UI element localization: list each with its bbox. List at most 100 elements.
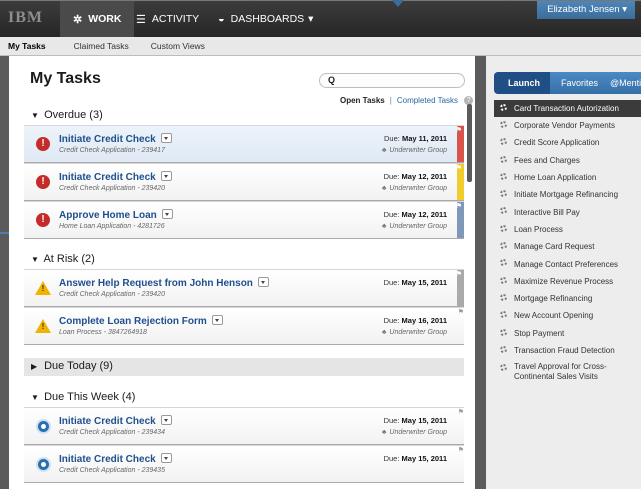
list-icon: ☰ <box>136 13 146 26</box>
task-due: Due: May 11, 2011 <box>384 134 447 143</box>
clock-icon <box>36 419 51 434</box>
launch-item[interactable]: Mortgage Refinancing <box>494 290 641 307</box>
tab-favorites[interactable]: Favorites <box>561 78 598 88</box>
launch-item[interactable]: Maximize Revenue Process <box>494 273 641 290</box>
flag-icon: ⚑ <box>455 203 462 210</box>
group-icon: ♣ <box>381 147 387 154</box>
filter-open-tasks[interactable]: Open Tasks <box>340 96 385 105</box>
launch-item[interactable]: Manage Card Request <box>494 238 641 255</box>
flag-icon: ⚑ <box>457 309 464 316</box>
flag-icon: ⚑ <box>455 165 462 172</box>
tab-my-tasks[interactable]: My Tasks <box>8 41 46 51</box>
collapse-triangle-icon: ▼ <box>31 255 39 264</box>
task-row[interactable]: ! Complete Loan Rejection Form Loan Proc… <box>24 307 464 345</box>
task-title[interactable]: Initiate Credit Check <box>59 133 172 145</box>
gear-icon <box>500 364 507 372</box>
dropdown-icon[interactable] <box>160 415 172 425</box>
launch-item[interactable]: Manage Contact Preferences <box>494 255 641 272</box>
task-title[interactable]: Answer Help Request from John Henson <box>59 277 269 289</box>
tab-claimed-tasks[interactable]: Claimed Tasks <box>74 41 129 51</box>
task-due: Due: May 15, 2011 <box>383 278 447 287</box>
launch-item[interactable]: New Account Opening <box>494 307 641 324</box>
launch-item[interactable]: Fees and Charges <box>494 152 641 169</box>
task-title[interactable]: Initiate Credit Check <box>59 453 172 465</box>
task-title[interactable]: Initiate Credit Check <box>59 171 172 183</box>
section-label: Due This Week (4) <box>44 391 136 403</box>
launch-item[interactable]: Card Transaction Autorization <box>494 100 641 117</box>
task-subtitle: Credit Check Application - 239417 <box>59 147 165 154</box>
gear-icon <box>500 155 507 163</box>
error-icon: ! <box>36 175 50 189</box>
gear-icon <box>500 293 507 301</box>
collapse-triangle-icon: ▼ <box>31 111 39 120</box>
task-title[interactable]: Complete Loan Rejection Form <box>59 315 223 327</box>
gear-icon <box>500 242 507 250</box>
launch-item[interactable]: Home Loan Application <box>494 169 641 186</box>
launch-item[interactable]: Stop Payment <box>494 325 641 342</box>
error-icon: ! <box>36 213 50 227</box>
gear-icon <box>500 172 507 180</box>
scrollbar[interactable] <box>467 104 472 182</box>
expand-triangle-icon: ▶ <box>31 362 38 371</box>
dropdown-icon[interactable] <box>161 209 173 219</box>
launch-item[interactable]: Corporate Vendor Payments <box>494 117 641 134</box>
flag-icon: ⚑ <box>457 447 464 454</box>
gear-icon <box>500 121 507 128</box>
task-title[interactable]: Approve Home Loan <box>59 209 173 221</box>
task-due: Due: May 12, 2011 <box>383 210 447 219</box>
launch-item[interactable]: Travel Approval for Cross-Continental Sa… <box>494 359 641 388</box>
section-label: Overdue (3) <box>44 109 103 121</box>
dropdown-icon[interactable] <box>160 171 172 181</box>
launch-item[interactable]: Interactive Bill Pay <box>494 203 641 220</box>
section-at-risk[interactable]: ▼ At Risk (2) <box>31 253 95 265</box>
top-bar: IBM ✲ WORK ☰ ACTIVITY ◒ DASHBOARDS ▾ Eli… <box>0 0 641 37</box>
tab-mentions[interactable]: @Mentions <box>610 78 641 88</box>
gear-icon <box>500 207 507 215</box>
task-row[interactable]: Initiate Credit Check Credit Check Appli… <box>24 445 464 483</box>
launch-item[interactable]: Transaction Fraud Detection <box>494 342 641 359</box>
task-row[interactable]: Initiate Credit Check Credit Check Appli… <box>24 407 464 445</box>
gear-icon <box>500 276 507 284</box>
error-icon: ! <box>36 137 50 151</box>
search-icon: Q <box>328 75 336 85</box>
section-due-today[interactable]: ▶ Due Today (9) <box>31 360 113 372</box>
task-title[interactable]: Initiate Credit Check <box>59 415 172 427</box>
task-row[interactable]: ! Initiate Credit Check Credit Check App… <box>24 163 464 201</box>
pointer-notch <box>392 0 404 7</box>
task-group: ♣ Underwriter Group <box>381 429 447 436</box>
group-icon: ♣ <box>381 185 387 192</box>
ibm-logo[interactable]: IBM <box>8 10 44 26</box>
task-subtitle: Loan Process - 3847264918 <box>59 329 147 336</box>
nav-work[interactable]: ✲ WORK <box>60 1 135 37</box>
section-due-this-week[interactable]: ▼ Due This Week (4) <box>31 391 135 403</box>
search-input[interactable]: Q <box>319 73 465 88</box>
dropdown-icon[interactable] <box>211 315 223 325</box>
gear-icon <box>500 224 507 232</box>
dropdown-icon[interactable] <box>257 277 269 287</box>
task-due: Due: May 12, 2011 <box>383 172 447 181</box>
task-row[interactable]: ! Answer Help Request from John Henson C… <box>24 269 464 307</box>
dropdown-icon[interactable] <box>160 133 172 143</box>
filter-completed-tasks[interactable]: Completed Tasks <box>397 96 458 105</box>
nav-activity[interactable]: ☰ ACTIVITY <box>128 1 207 37</box>
nav-work-label: WORK <box>88 13 122 25</box>
task-due: Due: May 15, 2011 <box>383 416 447 425</box>
launch-panel: Launch Favorites @Mentions Card Transact… <box>486 56 641 489</box>
tab-custom-views[interactable]: Custom Views <box>151 41 205 51</box>
task-row[interactable]: ! Initiate Credit Check Credit Check App… <box>24 125 464 163</box>
nav-activity-label: ACTIVITY <box>151 13 200 25</box>
launch-item[interactable]: Credit Score Application <box>494 134 641 151</box>
group-icon: ♣ <box>381 223 387 230</box>
launch-item[interactable]: Initiate Mortgage Refinancing <box>494 186 641 203</box>
task-due: Due: May 16, 2011 <box>383 316 447 325</box>
sub-nav: My Tasks Claimed Tasks Custom Views <box>0 37 641 56</box>
launch-item[interactable]: Loan Process <box>494 221 641 238</box>
dropdown-icon[interactable] <box>160 453 172 463</box>
tab-launch[interactable]: Launch <box>494 72 551 94</box>
user-menu[interactable]: Elizabeth Jensen ▾ <box>537 1 635 19</box>
warning-mark: ! <box>41 284 45 293</box>
task-row[interactable]: ! Approve Home Loan Home Loan Applicatio… <box>24 201 464 239</box>
nav-dashboards[interactable]: ◒ DASHBOARDS ▾ <box>210 1 321 37</box>
task-subtitle: Home Loan Application - 4281726 <box>59 223 165 230</box>
section-overdue[interactable]: ▼ Overdue (3) <box>31 109 103 121</box>
